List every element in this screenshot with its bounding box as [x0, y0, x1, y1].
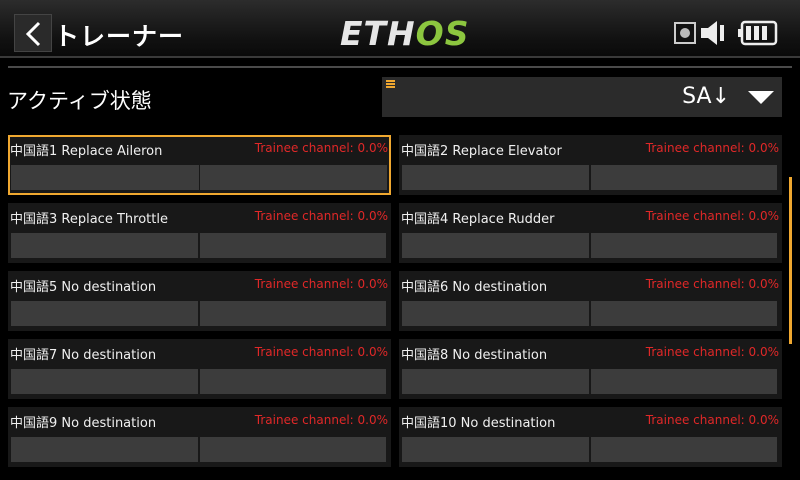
channel-source-field[interactable]	[402, 233, 589, 258]
channel-card[interactable]: 中国語10 No destination Trainee channel: 0.0…	[399, 407, 782, 467]
channel-source-field[interactable]	[11, 233, 198, 258]
channel-status: Trainee channel: 0.0%	[254, 209, 388, 223]
header-divider	[8, 66, 792, 68]
active-state-label: アクティブ状態	[7, 89, 152, 113]
speaker-icon	[700, 20, 728, 46]
chevron-left-icon	[25, 21, 41, 47]
battery-icon	[738, 20, 778, 46]
channel-status: Trainee channel: 0.0%	[254, 141, 388, 155]
channel-card[interactable]: 中国語4 Replace Rudder Trainee channel: 0.0%	[399, 203, 782, 263]
channel-name: 中国語5 No destination	[10, 280, 157, 295]
channel-name: 中国語1 Replace Aileron	[10, 144, 163, 159]
channel-mode-field[interactable]	[200, 437, 386, 462]
channel-name: 中国語7 No destination	[10, 348, 157, 363]
channel-name: 中国語6 No destination	[401, 280, 548, 295]
channel-card[interactable]: 中国語9 No destination Trainee channel: 0.0%	[8, 407, 391, 467]
channel-source-field[interactable]	[402, 301, 589, 326]
channel-source-field[interactable]	[11, 165, 199, 190]
channel-name: 中国語8 No destination	[401, 348, 548, 363]
ethos-logo: ETHOS	[340, 14, 470, 53]
channel-source-field[interactable]	[11, 301, 198, 326]
menu-marker-icon	[386, 80, 395, 88]
channel-status: Trainee channel: 0.0%	[254, 277, 388, 291]
channel-source-field[interactable]	[402, 437, 589, 462]
dropdown-arrow-icon	[748, 91, 774, 104]
channel-mode-field[interactable]	[591, 301, 777, 326]
channel-mode-field[interactable]	[200, 369, 386, 394]
channel-status: Trainee channel: 0.0%	[645, 141, 779, 155]
channel-status: Trainee channel: 0.0%	[645, 209, 779, 223]
channel-name: 中国語10 No destination	[401, 416, 556, 431]
record-icon	[674, 22, 696, 44]
channel-mode-field[interactable]	[200, 165, 387, 190]
channel-mode-field[interactable]	[591, 165, 777, 190]
scrollbar[interactable]	[789, 177, 792, 344]
channel-mode-field[interactable]	[591, 233, 777, 258]
channel-card[interactable]: 中国語5 No destination Trainee channel: 0.0%	[8, 271, 391, 331]
channel-source-field[interactable]	[402, 369, 589, 394]
page-title: トレーナー	[54, 22, 185, 51]
channel-name: 中国語9 No destination	[10, 416, 157, 431]
channel-mode-field[interactable]	[200, 233, 386, 258]
channel-card[interactable]: 中国語7 No destination Trainee channel: 0.0%	[8, 339, 391, 399]
channel-name: 中国語4 Replace Rudder	[401, 212, 555, 227]
channel-mode-field[interactable]	[591, 369, 777, 394]
back-button[interactable]	[14, 14, 52, 52]
channel-status: Trainee channel: 0.0%	[645, 277, 779, 291]
channel-status: Trainee channel: 0.0%	[645, 413, 779, 427]
channel-status: Trainee channel: 0.0%	[254, 413, 388, 427]
top-bar: トレーナー ETHOS	[0, 0, 800, 58]
channel-name: 中国語3 Replace Throttle	[10, 212, 168, 227]
channel-source-field[interactable]	[402, 165, 589, 190]
channel-mode-field[interactable]	[200, 301, 386, 326]
active-state-value: SA↓	[682, 84, 730, 109]
channel-source-field[interactable]	[11, 369, 198, 394]
active-state-select[interactable]: SA↓	[382, 77, 782, 117]
channel-card[interactable]: 中国語3 Replace Throttle Trainee channel: 0.…	[8, 203, 391, 263]
channel-card[interactable]: 中国語2 Replace Elevator Trainee channel: 0.…	[399, 135, 782, 195]
channel-card[interactable]: 中国語1 Replace Aileron Trainee channel: 0.0…	[8, 135, 391, 195]
channel-source-field[interactable]	[11, 437, 198, 462]
channel-card[interactable]: 中国語6 No destination Trainee channel: 0.0%	[399, 271, 782, 331]
channel-status: Trainee channel: 0.0%	[254, 345, 388, 359]
channel-name: 中国語2 Replace Elevator	[401, 144, 562, 159]
channel-status: Trainee channel: 0.0%	[645, 345, 779, 359]
channel-card[interactable]: 中国語8 No destination Trainee channel: 0.0%	[399, 339, 782, 399]
channel-mode-field[interactable]	[591, 437, 777, 462]
